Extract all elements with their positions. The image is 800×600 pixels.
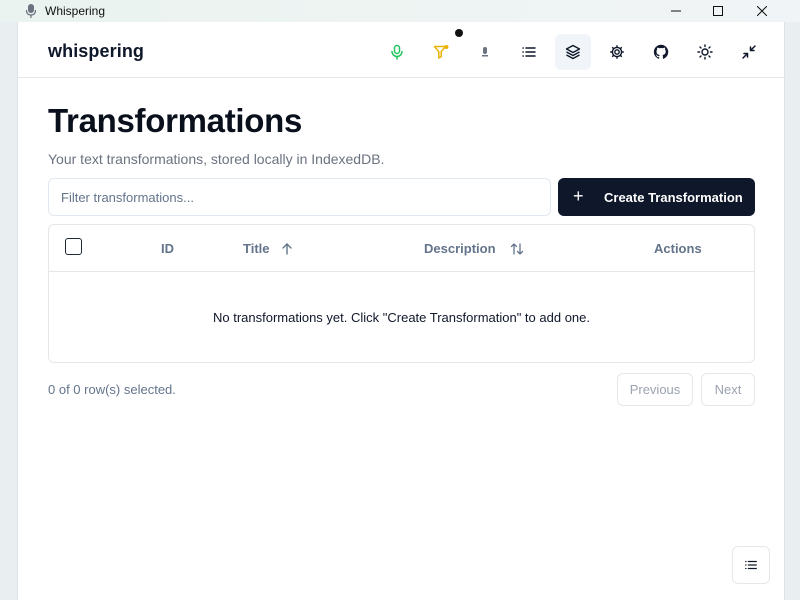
gear-icon [610,45,624,59]
filter-transformations-input[interactable] [48,178,551,216]
column-header-id: ID [161,241,174,256]
column-header-title[interactable]: Title [243,241,294,256]
window-close-button[interactable] [740,0,784,22]
nav-recordings-button[interactable] [511,34,547,70]
sun-icon [697,44,713,60]
previous-page-button[interactable]: Previous [617,373,693,406]
minimize-arrows-icon [742,45,756,59]
row-selection-count: 0 of 0 row(s) selected. [48,382,176,397]
select-all-checkbox[interactable] [65,238,82,255]
column-title-label: Title [243,241,270,256]
nav-mic-button[interactable] [467,34,503,70]
nav-transformations-button[interactable] [555,34,591,70]
column-header-actions: Actions [654,241,702,256]
plus-icon: + [573,186,584,206]
brand-name: whispering [48,41,145,61]
nav-record-button[interactable] [379,34,415,70]
window-maximize-button[interactable] [696,0,740,22]
sort-toggle-icon[interactable] [510,242,524,256]
nav-vad-button[interactable] [423,34,459,70]
nav-github-button[interactable] [643,34,679,70]
window-title: Whispering [45,4,106,18]
list-icon [745,560,757,570]
page-title: Transformations [48,102,303,139]
column-id-label: ID [161,241,174,256]
column-actions-label: Actions [654,241,702,256]
list-icon [522,47,536,57]
close-icon [757,6,767,16]
filter-icon [433,45,449,59]
maximize-icon [713,6,723,16]
create-transformation-label: Create Transformation [604,190,743,205]
app-window: whispering Transformations Your text tra… [17,22,786,600]
sort-ascending-icon[interactable] [280,242,294,256]
table-empty-message: No transformations yet. Click "Create Tr… [212,309,590,325]
floating-list-button[interactable] [732,546,770,584]
microphone-icon [391,44,403,60]
table-header: ID Title Description Actions [49,225,754,272]
column-description-label: Description [424,241,496,256]
nav-minimize-view-button[interactable] [731,34,767,70]
layers-icon [565,44,581,60]
page-subtitle: Your text transformations, stored locall… [48,151,385,167]
window-minimize-button[interactable] [654,0,698,22]
app-icon [25,4,37,18]
column-header-description[interactable]: Description [424,241,524,256]
github-icon [653,44,669,59]
next-page-button[interactable]: Next [701,373,755,406]
nav-settings-button[interactable] [599,34,635,70]
create-transformation-button[interactable]: + Create Transformation [558,178,755,216]
app-header: whispering [18,22,786,78]
window-titlebar: Whispering [0,0,800,22]
transformations-table: ID Title Description Actions No transfor… [48,224,755,363]
nav-theme-toggle-button[interactable] [687,34,723,70]
minimize-icon [671,10,681,12]
mic-icon [482,47,488,57]
